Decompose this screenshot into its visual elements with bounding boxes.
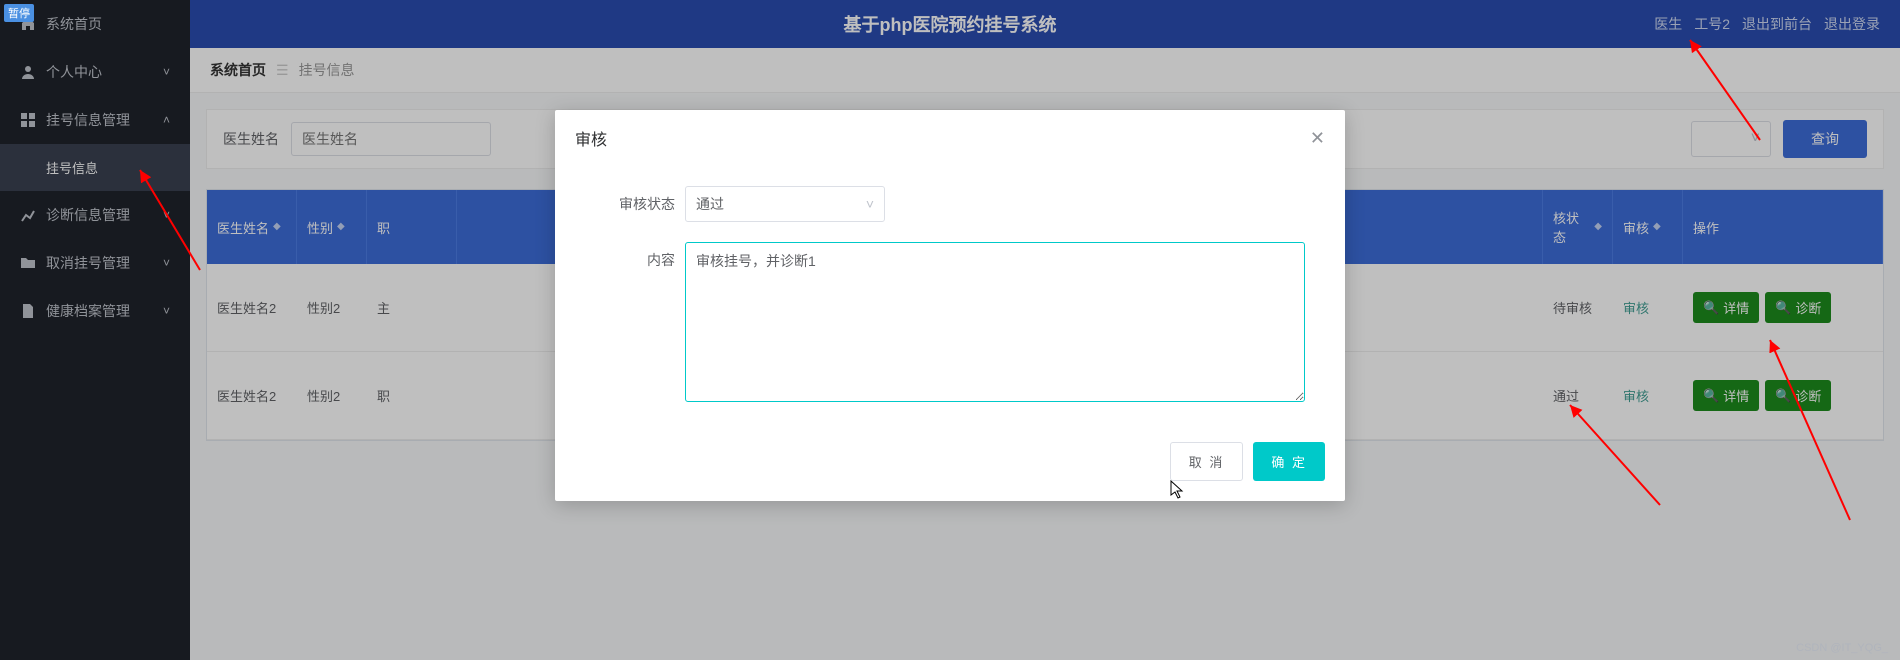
content-textarea[interactable] [685, 242, 1305, 402]
audit-modal: 审核 ✕ 审核状态 通过 ˅ 内容 取 消 确 定 [555, 110, 1345, 501]
status-label: 审核状态 [595, 186, 675, 214]
chevron-down-icon: ˅ [866, 196, 874, 212]
close-icon[interactable]: ✕ [1310, 128, 1325, 149]
ok-button[interactable]: 确 定 [1253, 442, 1325, 481]
status-value: 通过 [696, 194, 724, 214]
content-label: 内容 [595, 242, 675, 270]
modal-title: 审核 [575, 126, 607, 150]
pause-badge: 暂停 [4, 4, 34, 22]
cancel-button[interactable]: 取 消 [1170, 442, 1244, 481]
status-select[interactable]: 通过 ˅ [685, 186, 885, 222]
watermark: CSDN @IT_YQG_ [1796, 642, 1888, 654]
